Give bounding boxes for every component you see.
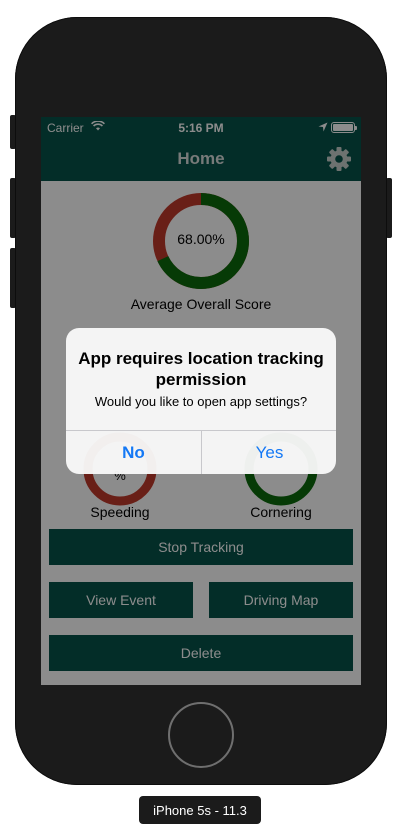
alert-title: App requires location tracking permissio… xyxy=(78,349,324,389)
home-button[interactable] xyxy=(168,702,234,768)
device-caption: iPhone 5s - 11.3 xyxy=(139,796,261,824)
app-screen: Carrier 5:16 PM Home 68.00% Average Over… xyxy=(41,117,361,685)
permission-alert: App requires location tracking permissio… xyxy=(66,328,336,474)
alert-no-button[interactable]: No xyxy=(66,431,201,474)
alert-yes-button[interactable]: Yes xyxy=(202,431,336,474)
alert-message: Would you like to open app settings? xyxy=(94,394,308,409)
